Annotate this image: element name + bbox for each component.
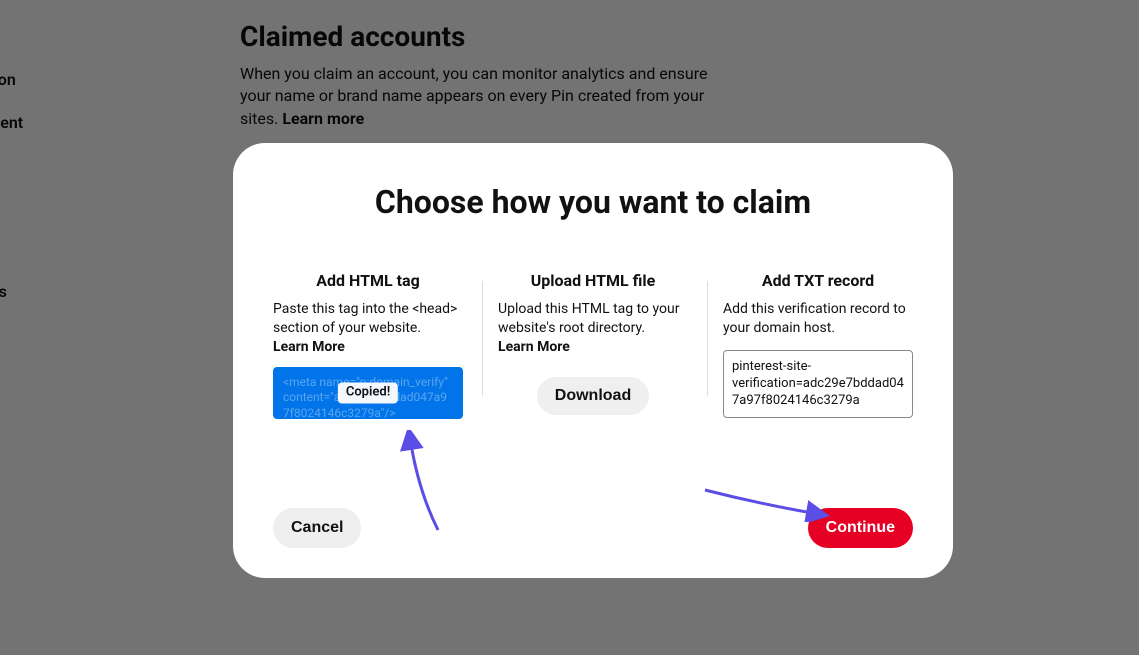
option-txt-desc: Add this verification record to your dom…: [723, 300, 913, 338]
txt-record-box[interactable]: pinterest-site-verification=adc29e7bddad…: [723, 350, 913, 419]
claim-method-modal: Choose how you want to claim Add HTML ta…: [233, 143, 953, 578]
modal-footer: Cancel Continue: [263, 508, 923, 548]
option-upload-title: Upload HTML file: [498, 271, 688, 290]
download-button[interactable]: Download: [537, 377, 649, 415]
copied-tooltip: Copied!: [338, 382, 398, 403]
modal-title: Choose how you want to claim: [263, 183, 923, 221]
option-txt-record: Add TXT record Add this verification rec…: [713, 271, 923, 498]
option-txt-title: Add TXT record: [723, 271, 913, 290]
option-html-tag-learn-more[interactable]: Learn More: [273, 339, 463, 355]
html-tag-code-box[interactable]: <meta name="p:domain_verify" content="ad…: [273, 367, 463, 419]
cancel-button[interactable]: Cancel: [273, 508, 361, 548]
option-upload-learn-more[interactable]: Learn More: [498, 339, 688, 355]
option-html-tag-desc: Paste this tag into the <head> section o…: [273, 300, 463, 338]
claim-options-row: Add HTML tag Paste this tag into the <he…: [263, 271, 923, 498]
option-html-tag: Add HTML tag Paste this tag into the <he…: [263, 271, 473, 498]
option-html-tag-title: Add HTML tag: [273, 271, 463, 290]
option-upload-file: Upload HTML file Upload this HTML tag to…: [488, 271, 698, 498]
option-upload-desc: Upload this HTML tag to your website's r…: [498, 300, 688, 338]
continue-button[interactable]: Continue: [808, 508, 913, 548]
